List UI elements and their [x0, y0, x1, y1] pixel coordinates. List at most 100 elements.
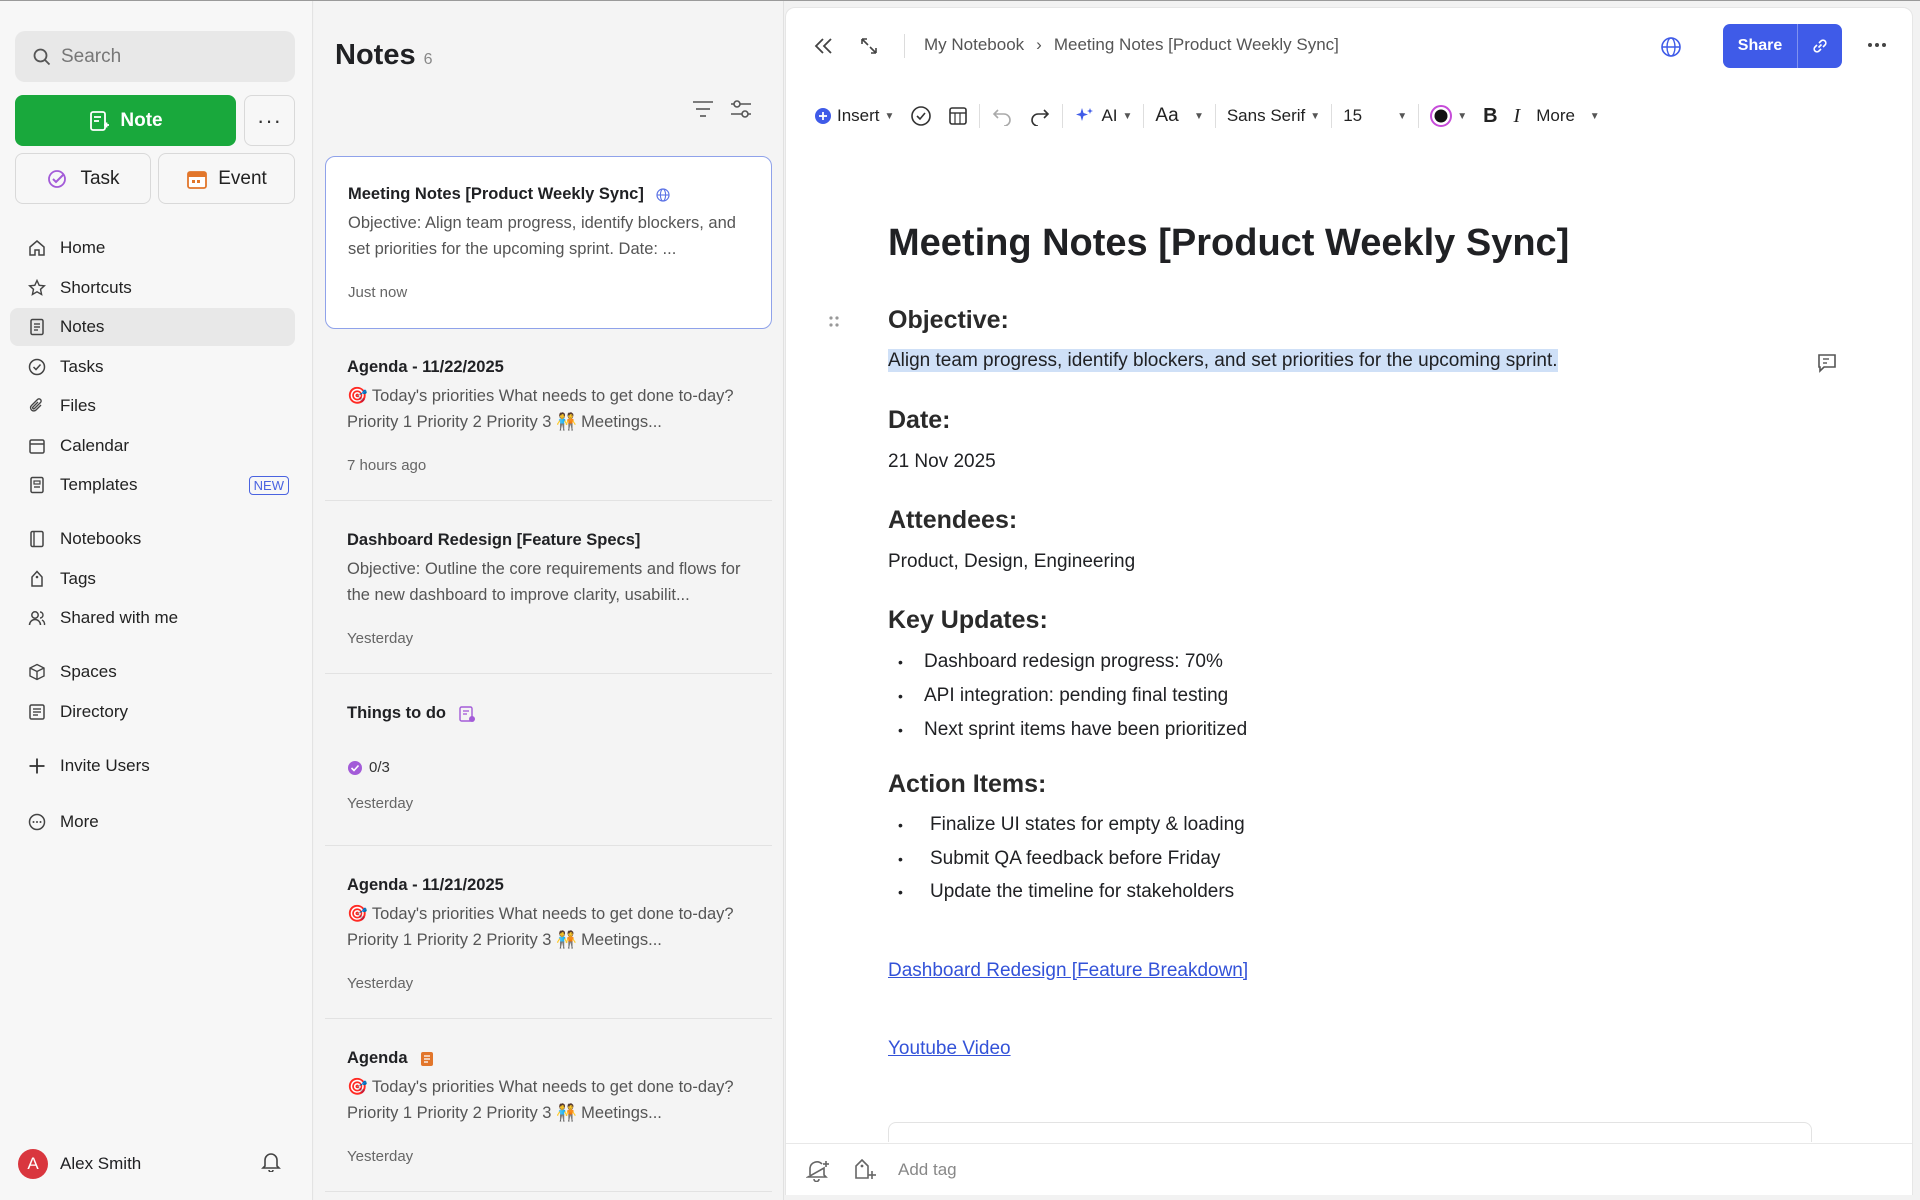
sidebar-item-label: Shortcuts	[60, 277, 132, 297]
list-tools	[691, 98, 753, 120]
sidebar-item-label: Tasks	[60, 356, 104, 376]
note-card[interactable]: Agenda - 11/21/2025 🎯 Today's priorities…	[325, 876, 772, 992]
globe-icon[interactable]	[1660, 36, 1682, 58]
sidebar-item-notebooks[interactable]: Notebooks	[10, 520, 295, 558]
font-size-select[interactable]: 15 ▼	[1335, 98, 1415, 134]
sidebar-item-label: Spaces	[60, 662, 117, 681]
sort-icon[interactable]	[691, 98, 715, 120]
redo-icon	[1031, 109, 1050, 126]
redo-button[interactable]	[1021, 98, 1059, 134]
reminder-bell-icon[interactable]	[806, 1158, 832, 1182]
sidebar-item-templates[interactable]: Templates NEW	[10, 466, 295, 504]
sidebar-item-notes[interactable]: Notes	[10, 308, 295, 346]
undo-icon	[993, 109, 1012, 126]
list-item-text: API integration: pending final testing	[924, 685, 1229, 706]
filter-settings-icon[interactable]	[729, 98, 753, 120]
collapse-sidebar-icon[interactable]	[813, 36, 835, 56]
people-icon	[28, 611, 46, 626]
add-tag-input[interactable]: Add tag	[898, 1160, 957, 1180]
new-badge: NEW	[248, 475, 289, 495]
list-item: • Dashboard redesign progress: 70%	[898, 651, 1223, 672]
folder-icon	[29, 703, 45, 720]
star-icon	[28, 278, 46, 296]
add-tag-icon[interactable]	[852, 1158, 878, 1182]
sidebar-item-shared-with-me[interactable]: Shared with me	[10, 599, 295, 637]
task-check-icon	[48, 169, 67, 188]
list-item-text: Next sprint items have been prioritized	[924, 719, 1248, 740]
undo-button[interactable]	[983, 98, 1021, 134]
drag-handle-icon[interactable]	[828, 315, 840, 329]
new-task-button[interactable]: Task	[15, 153, 151, 204]
date-text: 21 Nov 2025	[888, 451, 996, 472]
divider	[325, 845, 772, 846]
new-event-label: Event	[218, 167, 267, 189]
page-title: Notes 6	[335, 39, 432, 72]
sidebar-item-directory[interactable]: Directory	[10, 693, 295, 731]
sidebar-item-home[interactable]: Home	[10, 229, 295, 267]
font-family-select[interactable]: Sans Serif ▼	[1219, 98, 1328, 134]
new-event-button[interactable]: Event	[158, 153, 295, 204]
youtube-video-link[interactable]: Youtube Video	[888, 1038, 1011, 1060]
note-card[interactable]: Things to do 0/3 Yesterday	[325, 704, 772, 812]
table-icon	[949, 107, 968, 125]
expand-icon[interactable]	[859, 36, 879, 56]
attendees-text: Product, Design, Engineering	[888, 551, 1136, 572]
more-create-button[interactable]: ···	[244, 95, 295, 146]
check-circle-icon	[28, 358, 46, 375]
selected-text[interactable]: Align team progress, identify blockers, …	[888, 349, 1558, 372]
new-task-label: Task	[80, 167, 120, 189]
heading-date: Date:	[888, 406, 951, 434]
search-input[interactable]: Search	[15, 31, 295, 82]
task-progress-value: 0/3	[369, 759, 390, 776]
more-formatting-menu[interactable]: More ▼	[1528, 98, 1607, 134]
notification-bell-icon[interactable]	[260, 1150, 282, 1172]
breadcrumb-notebook[interactable]: My Notebook	[924, 35, 1024, 55]
more-options-icon[interactable]	[1867, 42, 1887, 48]
sidebar-item-label: Tags	[60, 568, 96, 588]
text-style-menu[interactable]: Aa ▼	[1147, 98, 1211, 134]
secondary-nav: Notebooks Tags Shared with me	[10, 520, 295, 639]
italic-button[interactable]: I	[1506, 98, 1529, 134]
tag-icon	[31, 569, 43, 587]
insert-menu[interactable]: Insert ▼	[806, 98, 902, 134]
new-note-button[interactable]: Note	[15, 95, 236, 146]
heading-attendees: Attendees:	[888, 506, 1018, 534]
editor-footer: Add tag	[786, 1143, 1912, 1195]
sidebar-item-calendar[interactable]: Calendar	[10, 427, 295, 465]
note-card[interactable]: Agenda - 11/22/2025 🎯 Today's priorities…	[325, 358, 772, 474]
sidebar-item-spaces[interactable]: Spaces	[10, 653, 295, 691]
checklist-button[interactable]	[902, 98, 940, 134]
bold-button[interactable]: B	[1475, 98, 1505, 134]
chevron-down-icon: ▼	[1397, 110, 1408, 122]
sidebar-item-shortcuts[interactable]: Shortcuts	[10, 269, 295, 307]
font-size-value: 15	[1343, 106, 1363, 125]
copy-link-button[interactable]	[1797, 24, 1842, 68]
share-button[interactable]: Share	[1723, 24, 1842, 68]
text-color-picker[interactable]: ▼	[1422, 98, 1475, 134]
note-card-snippet: 🎯 Today's priorities What needs to get d…	[347, 905, 734, 949]
note-card[interactable]: Meeting Notes [Product Weekly Sync] Obje…	[325, 156, 772, 329]
sidebar-item-files[interactable]: Files	[10, 387, 295, 425]
plus-icon	[29, 758, 45, 774]
globe-icon	[656, 187, 670, 202]
heading-key-updates: Key Updates:	[888, 606, 1048, 634]
app-window: Search Note ··· Task Event Home Shortcut…	[0, 0, 1920, 1200]
note-card-title: Dashboard Redesign [Feature Specs]	[347, 531, 641, 549]
breadcrumb-note[interactable]: Meeting Notes [Product Weekly Sync]	[1054, 35, 1339, 55]
sidebar-item-tasks[interactable]: Tasks	[10, 348, 295, 386]
note-link-dashboard-breakdown[interactable]: Dashboard Redesign [Feature Breakdown]	[888, 960, 1248, 982]
sidebar-item-invite-users[interactable]: Invite Users	[10, 747, 295, 785]
note-card[interactable]: Agenda 🎯 Today's priorities What needs t…	[325, 1049, 772, 1165]
ai-menu[interactable]: AI ▼	[1066, 98, 1140, 134]
breadcrumb-separator: ›	[1036, 35, 1042, 54]
sidebar-item-more[interactable]: More	[10, 803, 295, 841]
table-button[interactable]	[940, 98, 976, 134]
user-profile[interactable]: A Alex Smith	[18, 1149, 141, 1179]
search-placeholder: Search	[61, 45, 122, 67]
add-comment-icon[interactable]	[1816, 352, 1838, 374]
sidebar-item-tags[interactable]: Tags	[10, 560, 295, 598]
note-card-time: Yesterday	[347, 1148, 414, 1165]
note-card[interactable]: Dashboard Redesign [Feature Specs] Objec…	[325, 531, 772, 647]
note-title[interactable]: Meeting Notes [Product Weekly Sync]	[888, 222, 1569, 265]
chevron-down-icon: ▼	[1589, 110, 1600, 122]
